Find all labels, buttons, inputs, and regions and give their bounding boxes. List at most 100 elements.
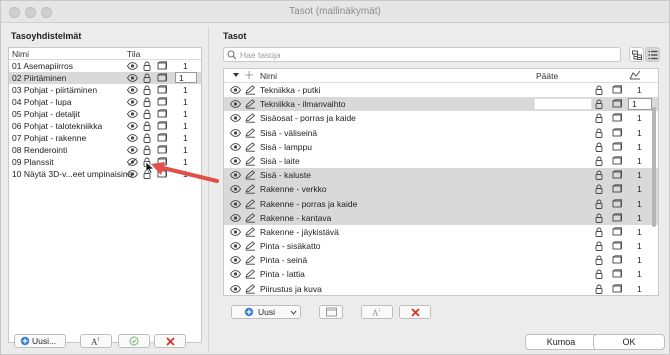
table-row[interactable]: Pinta - sisäkatto 1 [224,239,658,253]
wireframe-icon[interactable] [157,133,167,143]
delete-combination-button[interactable] [154,334,186,348]
wireframe-icon[interactable] [612,284,622,294]
layer-combinations-list[interactable]: Nimi Tila 01 Asemapiirros 1 02 Piirtäminen… [8,47,202,343]
chevron-down-icon[interactable] [290,307,297,317]
wireframe-icon[interactable] [612,127,622,138]
visibility-eye-icon[interactable] [127,169,138,179]
visibility-eye-icon[interactable] [230,227,241,237]
wireframe-icon[interactable] [157,145,167,155]
table-row[interactable]: Tekniikka - putki 1 [224,83,658,97]
lock-icon[interactable] [142,61,152,71]
visibility-eye-icon[interactable] [230,213,241,223]
table-row[interactable]: Sisä - laite 1 [224,154,658,168]
wireframe-icon[interactable] [612,85,622,95]
cancel-button[interactable]: Kumoa [525,334,597,350]
lock-icon[interactable] [594,255,604,266]
visibility-eye-icon[interactable] [230,170,241,180]
wireframe-icon[interactable] [612,227,622,237]
list-item[interactable]: 04 Pohjat - lupa 1 [9,96,201,108]
lock-icon[interactable] [594,113,604,124]
visibility-eye-icon[interactable] [127,73,138,83]
list-item[interactable]: 01 Asemapiirros 1 [9,60,201,72]
lock-icon[interactable] [594,156,604,166]
layer-search[interactable]: Hae tasoja [223,47,621,62]
lock-icon[interactable] [594,227,604,237]
wireframe-icon[interactable] [157,85,167,95]
list-item[interactable]: 07 Pohjat - rakenne 1 [9,132,201,144]
table-row[interactable]: Rakenne - kantava 1 [224,210,658,225]
pencil-icon[interactable] [245,283,256,294]
visibility-eye-icon[interactable] [127,61,138,71]
visibility-eye-icon[interactable] [230,199,241,209]
wireframe-icon[interactable] [612,269,622,279]
table-row[interactable]: Rakenne - jäykistävä 1 [224,225,658,239]
visibility-eye-icon[interactable] [127,85,138,95]
visibility-eye-icon[interactable] [230,269,241,279]
column-name[interactable]: Nimi [12,49,29,59]
wireframe-icon[interactable] [612,99,622,109]
layers-scrollbar[interactable] [651,83,657,295]
visibility-eye-icon[interactable] [230,255,241,265]
list-item[interactable]: 08 Renderointi 1 [9,144,201,156]
new-layer-button[interactable]: Uusi [231,305,301,319]
pencil-icon[interactable] [245,141,256,152]
ok-button[interactable]: OK [593,334,665,350]
wireframe-icon[interactable] [157,109,167,119]
pencil-icon[interactable] [245,227,256,237]
layers-list[interactable]: Nimi Pääte Tekniikka - putki 1 Tekniikka -… [223,68,659,296]
pencil-icon[interactable] [245,198,256,209]
column-suffix[interactable]: Pääte [536,71,558,81]
lock-icon[interactable] [142,73,152,83]
pencil-icon[interactable] [245,156,256,166]
pencil-icon[interactable] [245,184,256,194]
table-row[interactable]: Sisä - lamppu 1 [224,140,658,154]
wireframe-icon[interactable] [612,255,622,265]
lock-icon[interactable] [594,142,604,152]
wireframe-icon[interactable] [612,156,622,166]
visibility-eye-icon[interactable] [230,85,241,95]
wireframe-icon[interactable] [612,142,622,152]
scrollbar-thumb[interactable] [652,107,656,227]
pencil-icon[interactable] [245,269,256,280]
visibility-eye-icon[interactable] [230,184,241,194]
list-item[interactable]: 06 Pohjat - talotekniikka 1 [9,120,201,132]
wireframe-icon[interactable] [612,241,622,251]
lock-icon[interactable] [594,284,604,294]
lock-icon[interactable] [594,170,604,181]
visibility-eye-icon[interactable] [230,128,241,138]
list-item[interactable]: 03 Pohjat - piirtäminen 1 [9,84,201,96]
tree-view-button[interactable] [629,47,644,62]
visibility-eye-icon[interactable] [230,99,241,109]
lock-icon[interactable] [594,199,604,209]
wireframe-icon[interactable] [157,97,167,107]
visibility-eye-icon[interactable] [230,113,241,123]
lock-icon[interactable] [594,184,604,195]
lock-icon[interactable] [594,213,604,223]
sort-chevron-icon[interactable] [232,71,240,79]
lock-icon[interactable] [594,128,604,138]
lock-icon[interactable] [142,109,152,119]
visibility-eye-icon[interactable] [127,109,138,119]
visibility-eye-icon[interactable] [127,133,138,143]
table-row[interactable]: Tekniikka - ilmanvaihto 1 [224,97,658,112]
table-row[interactable]: Rakenne - verkko 1 [224,182,658,197]
lock-icon[interactable] [594,85,604,95]
wireframe-icon[interactable] [157,121,167,131]
table-row[interactable]: Rakenne - porras ja kaide 1 [224,196,658,211]
layer-settings-button[interactable] [319,305,343,319]
lock-icon[interactable] [142,85,152,95]
visibility-eye-icon[interactable] [127,145,138,155]
visibility-eye-icon[interactable] [230,284,241,294]
update-combination-button[interactable] [118,334,150,348]
lock-icon[interactable] [594,241,604,252]
wireframe-icon[interactable] [612,170,622,180]
pencil-icon[interactable] [245,255,256,265]
pencil-icon[interactable] [245,241,256,251]
wireframe-icon[interactable] [157,73,167,83]
lock-icon[interactable] [142,133,152,143]
delete-layer-button[interactable] [399,305,431,319]
list-view-button[interactable] [645,47,660,62]
suffix-field[interactable] [534,98,592,111]
table-row[interactable]: Sisä - väliseinä 1 [224,126,658,140]
visibility-eye-icon[interactable] [127,97,138,107]
